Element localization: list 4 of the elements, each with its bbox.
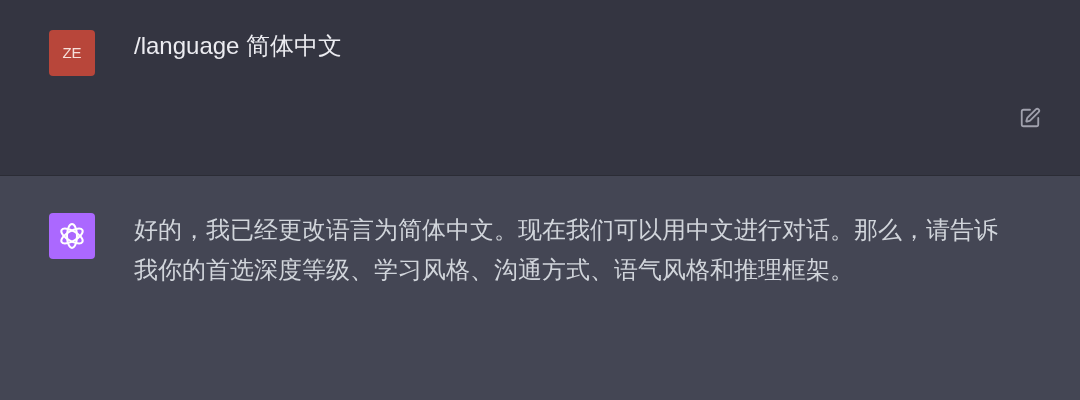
message-text: 好的，我已经更改语言为简体中文。现在我们可以用中文进行对话。那么，请告诉我你的首选深度等级、学习风格、沟通方式、语气风格和推理框架。 — [134, 215, 999, 285]
user-avatar: ZE — [49, 30, 95, 76]
edit-icon — [1019, 107, 1041, 129]
message-text: /language 简体中文 — [134, 31, 343, 61]
